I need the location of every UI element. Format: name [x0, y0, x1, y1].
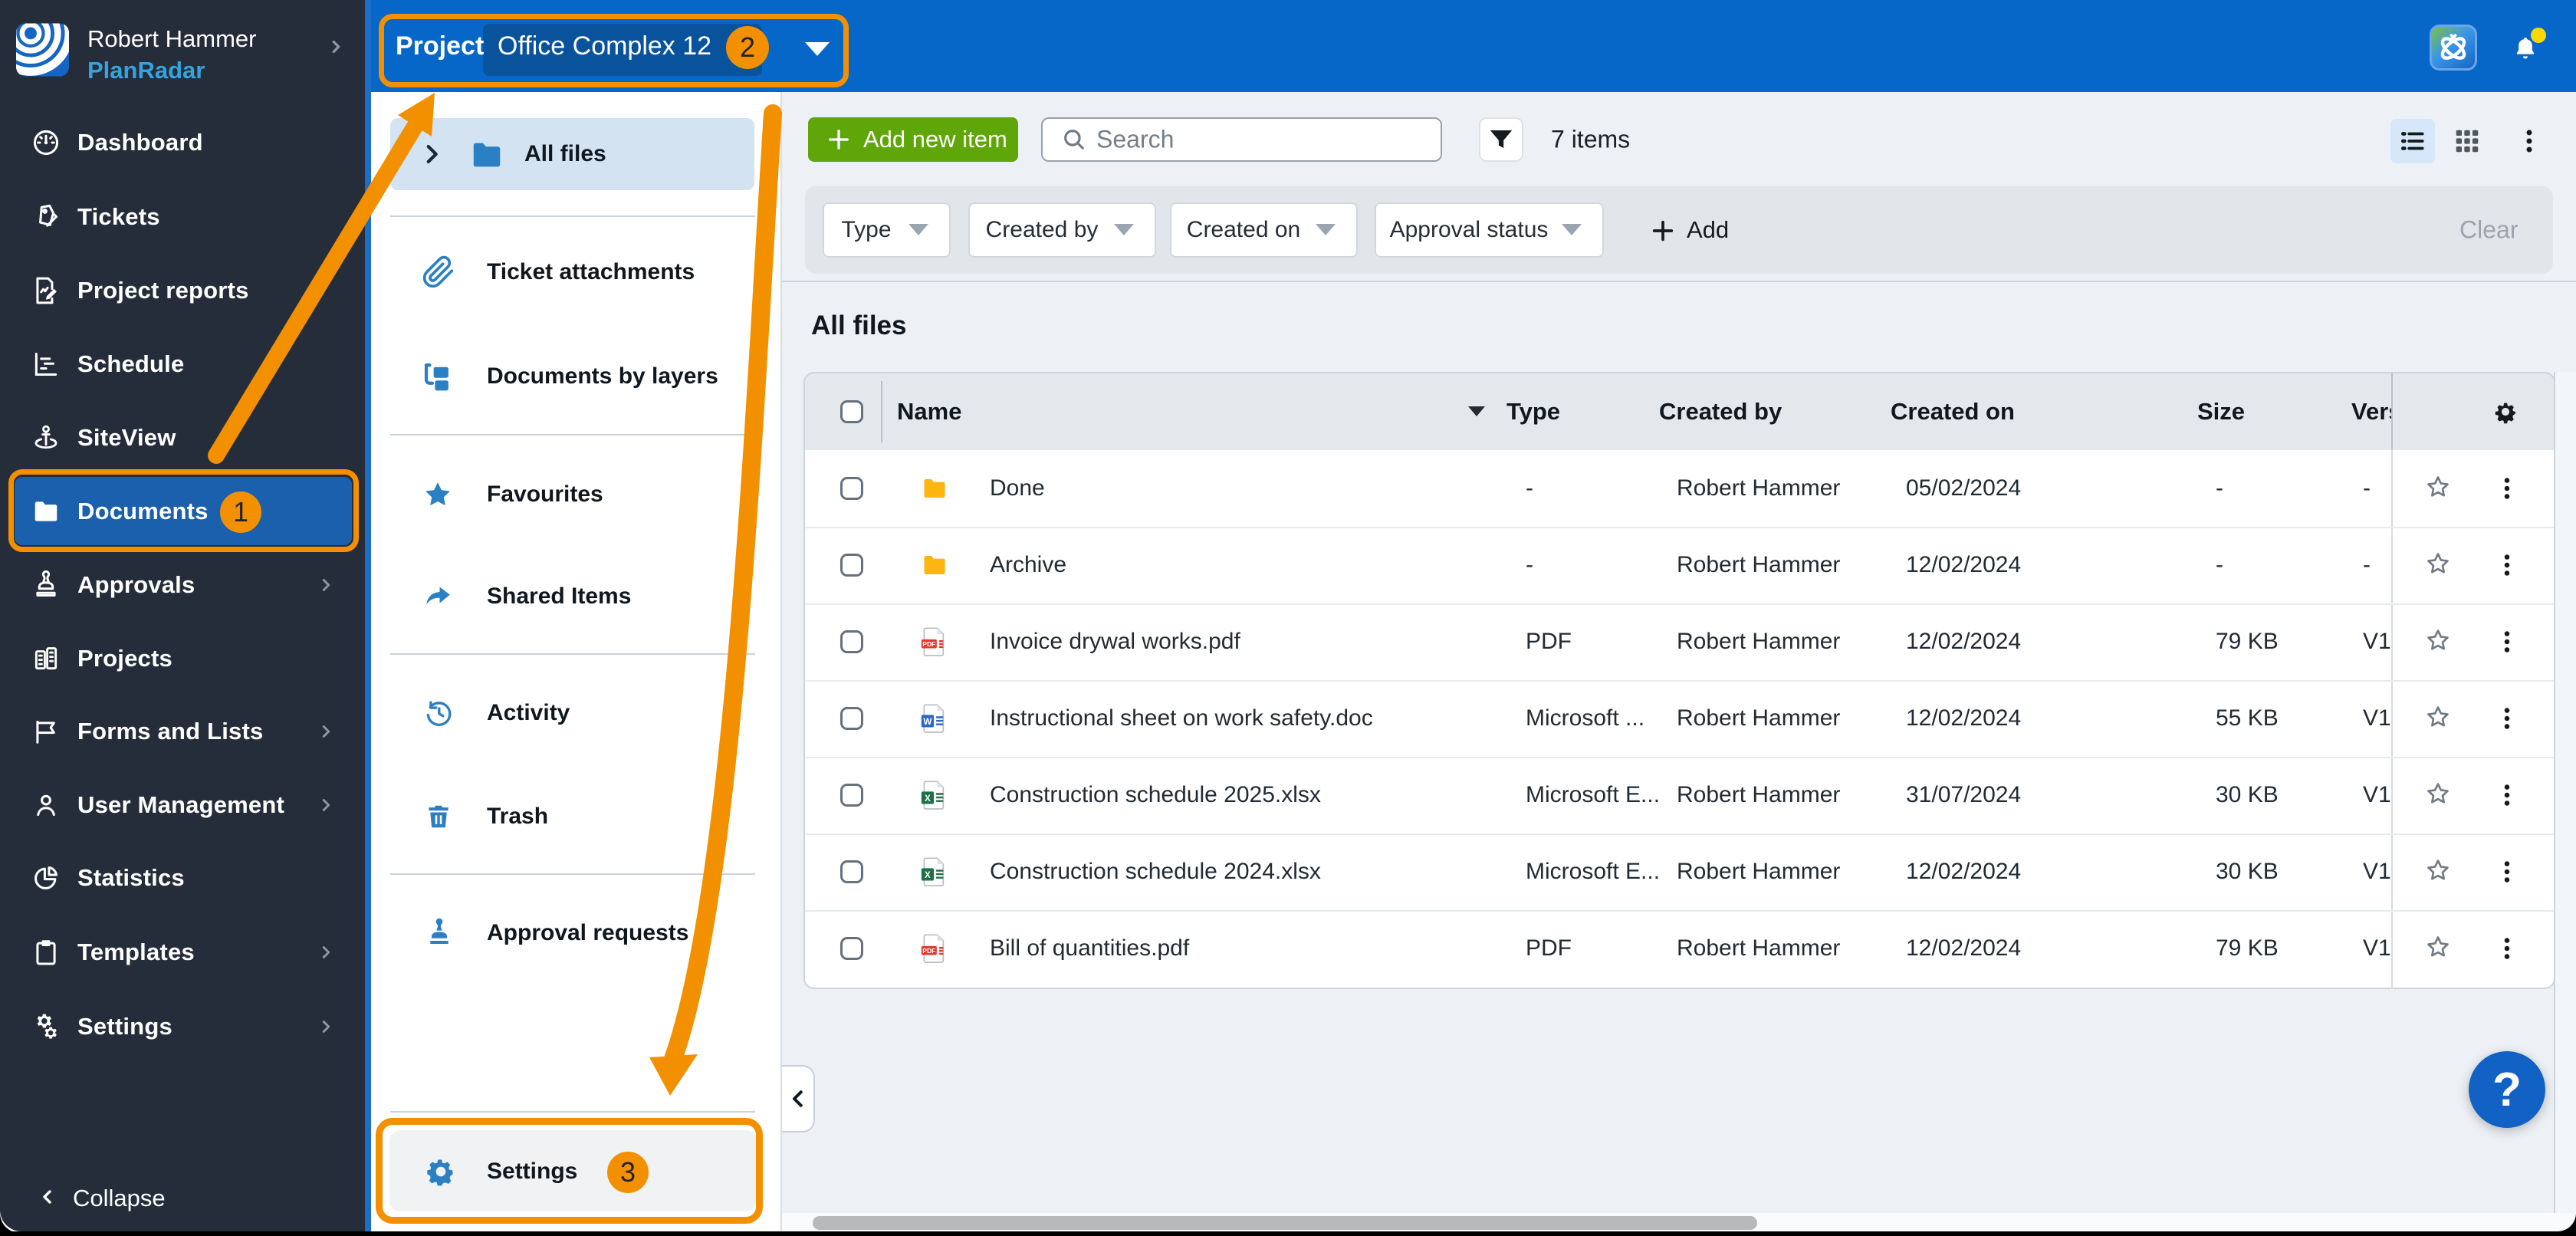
- svg-text:X: X: [925, 794, 931, 804]
- svg-text:PDF: PDF: [922, 947, 935, 955]
- svg-text:PDF: PDF: [922, 640, 935, 648]
- svg-text:W: W: [923, 717, 932, 727]
- svg-text:X: X: [925, 870, 931, 880]
